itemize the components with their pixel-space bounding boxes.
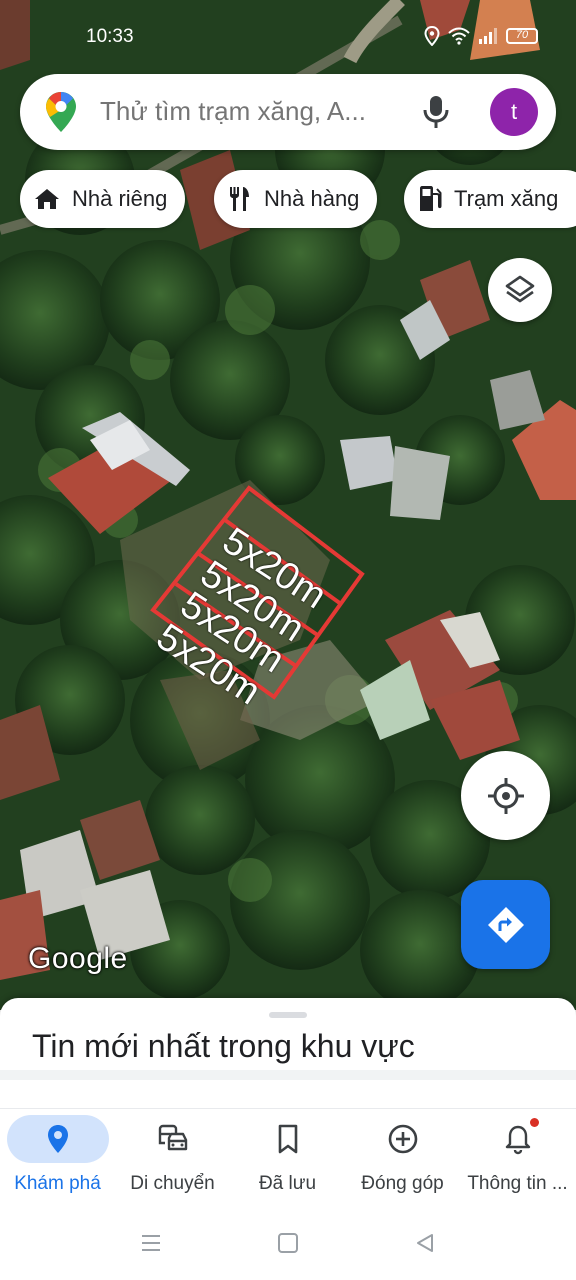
chip-gas-station-label: Trạm xăng: [454, 186, 559, 211]
gas-station-icon: [420, 186, 442, 211]
map-imagery: [0, 0, 576, 1010]
latest-news-sheet[interactable]: Tin mới nhất trong khu vực: [0, 998, 576, 1108]
bottom-navigation: Khám phá Di chuyển Đã lưu Đóng góp Thông…: [0, 1108, 576, 1208]
status-bar: 10:33 70: [0, 0, 576, 72]
location-status-icon: [424, 26, 440, 46]
search-bar[interactable]: t: [20, 74, 556, 150]
account-avatar[interactable]: t: [490, 88, 538, 136]
system-navigation-bar: [0, 1208, 576, 1280]
chip-gas-station[interactable]: Trạm xăng: [404, 170, 576, 228]
layers-icon: [505, 275, 535, 303]
add-circle-icon: [388, 1124, 417, 1154]
home-square-icon[interactable]: [277, 1232, 299, 1254]
nav-saved[interactable]: Đã lưu: [230, 1109, 345, 1209]
nav-explore-label: Khám phá: [14, 1173, 101, 1194]
my-location-button[interactable]: [461, 751, 550, 840]
chip-restaurant-label: Nhà hàng: [264, 186, 360, 211]
google-maps-logo-icon: [46, 92, 76, 132]
restaurant-icon: [230, 187, 249, 211]
google-watermark: Google: [28, 942, 128, 975]
search-input[interactable]: [100, 96, 420, 127]
wifi-icon: [448, 27, 470, 45]
nav-updates-label: Thông tin ...: [467, 1173, 568, 1194]
nav-updates[interactable]: Thông tin ...: [460, 1109, 575, 1209]
microphone-icon[interactable]: [420, 94, 452, 130]
bookmark-icon: [278, 1124, 297, 1154]
recents-menu-icon[interactable]: [140, 1232, 162, 1254]
nav-commute[interactable]: Di chuyển: [115, 1109, 230, 1209]
chip-home-label: Nhà riêng: [72, 186, 168, 211]
back-triangle-icon[interactable]: [414, 1232, 436, 1254]
satellite-map[interactable]: 5x20m 5x20m 5x20m 5x20m Google: [0, 0, 576, 1010]
notifications-icon: [505, 1125, 530, 1155]
status-icons: 70: [424, 26, 538, 46]
layers-button[interactable]: [488, 258, 552, 322]
nav-contribute-label: Đóng góp: [361, 1173, 444, 1194]
sheet-drag-handle[interactable]: [269, 1012, 307, 1018]
notification-badge: [530, 1118, 539, 1127]
chip-restaurant[interactable]: Nhà hàng: [214, 170, 378, 228]
explore-pin-icon: [47, 1125, 68, 1153]
sheet-title: Tin mới nhất trong khu vực: [32, 1028, 415, 1064]
nav-saved-label: Đã lưu: [258, 1173, 317, 1194]
battery-level: 70: [515, 29, 529, 41]
nav-commute-label: Di chuyển: [130, 1173, 215, 1194]
battery-icon: 70: [506, 28, 538, 44]
chip-home[interactable]: Nhà riêng: [20, 170, 186, 228]
my-location-icon: [487, 777, 524, 814]
nav-explore[interactable]: Khám phá: [0, 1109, 115, 1209]
signal-icon: [479, 28, 497, 44]
commute-icon: [158, 1124, 187, 1151]
directions-icon: [487, 906, 524, 943]
directions-button[interactable]: [461, 880, 550, 969]
sheet-divider: [0, 1070, 576, 1080]
nav-contribute[interactable]: Đóng góp: [345, 1109, 460, 1209]
status-time: 10:33: [86, 26, 134, 47]
home-icon: [35, 189, 59, 209]
